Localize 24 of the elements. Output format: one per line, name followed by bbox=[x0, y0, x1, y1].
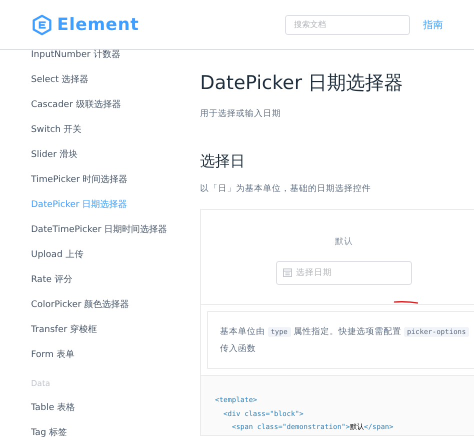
sidebar-item[interactable]: Cascader 级联选择器 bbox=[31, 100, 200, 125]
sidebar-group-label: Data bbox=[31, 379, 52, 390]
sidebar-item[interactable]: Slider 滑块 bbox=[31, 150, 200, 175]
sidebar-item[interactable]: Switch 开关 bbox=[31, 125, 200, 150]
sidebar-item[interactable]: Select 选择器 bbox=[31, 75, 200, 100]
demo-label: 默认 bbox=[335, 236, 353, 248]
sidebar-item[interactable]: Upload 上传 bbox=[31, 250, 200, 275]
sidebar-item[interactable]: Tag 标签 bbox=[31, 428, 200, 444]
sidebar-item[interactable]: InputNumber 计数器 bbox=[31, 50, 200, 75]
page-subtitle: 用于选择或输入日期 bbox=[200, 108, 282, 120]
sidebar-item[interactable]: Transfer 穿梭框 bbox=[31, 325, 200, 350]
page-title: DatePicker 日期选择器 bbox=[200, 71, 404, 96]
annotation-underline bbox=[393, 300, 419, 304]
sidebar-item[interactable]: Rate 评分 bbox=[31, 275, 200, 300]
sidebar-item[interactable]: TimePicker 时间选择器 bbox=[31, 175, 200, 200]
section-description: 以「日」为基本单位，基础的日期选择控件 bbox=[200, 183, 372, 195]
sidebar-item[interactable]: ColorPicker 颜色选择器 bbox=[31, 300, 200, 325]
sidebar-item[interactable]: Table 表格 bbox=[31, 403, 200, 428]
logo-icon bbox=[31, 14, 53, 36]
section-title: 选择日 bbox=[200, 152, 246, 171]
sidebar-item[interactable]: DateTimePicker 日期时间选择器 bbox=[31, 225, 200, 250]
search-field[interactable]: 搜索文档 bbox=[285, 14, 410, 34]
date-input[interactable]: 选择日期 bbox=[276, 261, 412, 285]
sidebar-item[interactable]: Form 表单 bbox=[31, 350, 200, 375]
